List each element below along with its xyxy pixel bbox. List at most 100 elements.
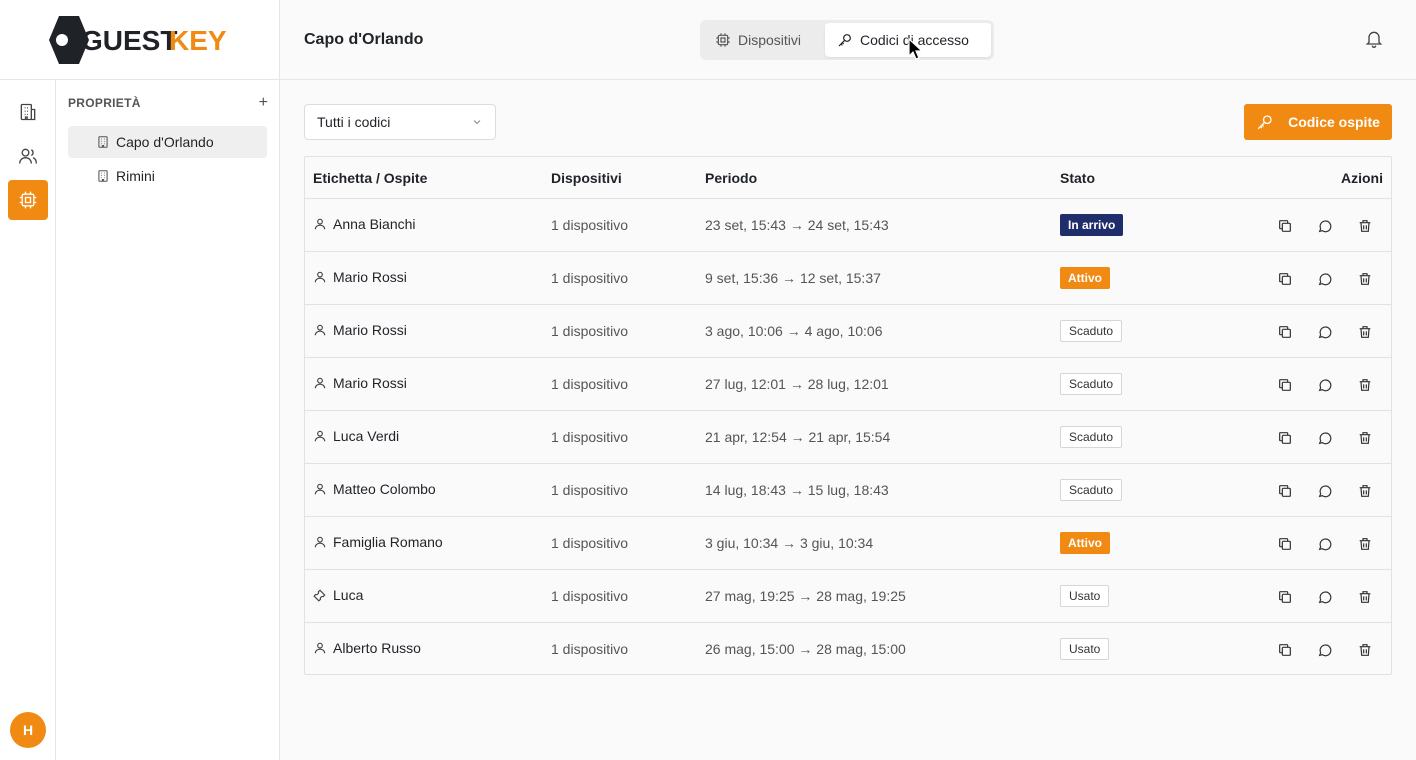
table-row[interactable]: Luca 1 dispositivo 27 mag, 19:25 → 28 ma… bbox=[305, 570, 1391, 623]
delete-code-button[interactable] bbox=[1355, 216, 1375, 236]
trash-icon bbox=[1357, 377, 1373, 393]
devices-count: 1 dispositivo bbox=[551, 217, 629, 233]
send-message-button[interactable] bbox=[1315, 481, 1335, 501]
trash-icon bbox=[1357, 483, 1373, 499]
devices-count: 1 dispositivo bbox=[551, 482, 629, 498]
copy-code-button[interactable] bbox=[1275, 428, 1295, 448]
period-range: 21 apr, 12:54 → 21 apr, 15:54 bbox=[705, 429, 891, 445]
copy-code-button[interactable] bbox=[1275, 640, 1295, 660]
code-filter-select[interactable]: Tutti i codici bbox=[304, 104, 496, 140]
guest-name-cell: Luca Verdi bbox=[313, 428, 399, 444]
guest-name: Mario Rossi bbox=[333, 322, 407, 338]
chip-icon bbox=[716, 33, 730, 47]
delete-code-button[interactable] bbox=[1355, 269, 1375, 289]
column-header-label: Etichetta / Ospite bbox=[313, 170, 428, 186]
copy-code-button[interactable] bbox=[1275, 587, 1295, 607]
delete-code-button[interactable] bbox=[1355, 375, 1375, 395]
rail-properties-button[interactable] bbox=[8, 92, 48, 132]
send-message-button[interactable] bbox=[1315, 640, 1335, 660]
trash-icon bbox=[1357, 324, 1373, 340]
copy-icon bbox=[1277, 483, 1293, 499]
copy-code-button[interactable] bbox=[1275, 269, 1295, 289]
user-avatar[interactable]: H bbox=[10, 712, 46, 748]
table-header: Etichetta / Ospite Dispositivi Periodo S… bbox=[305, 157, 1391, 199]
property-item[interactable]: Rimini bbox=[68, 160, 267, 192]
delete-code-button[interactable] bbox=[1355, 534, 1375, 554]
send-message-button[interactable] bbox=[1315, 534, 1335, 554]
building-icon bbox=[98, 170, 108, 182]
logo-text-guest: GUEST bbox=[81, 25, 177, 56]
user-icon bbox=[313, 217, 327, 231]
send-message-button[interactable] bbox=[1315, 322, 1335, 342]
delete-code-button[interactable] bbox=[1355, 587, 1375, 607]
status-badge: Usato bbox=[1060, 638, 1110, 660]
message-icon bbox=[1317, 483, 1333, 499]
period-range: 3 ago, 10:06 → 4 ago, 10:06 bbox=[705, 323, 883, 339]
table-row[interactable]: Famiglia Romano 1 dispositivo 3 giu, 10:… bbox=[305, 517, 1391, 570]
message-icon bbox=[1317, 218, 1333, 234]
copy-code-button[interactable] bbox=[1275, 322, 1295, 342]
status-badge: Attivo bbox=[1060, 267, 1110, 289]
property-label: Rimini bbox=[116, 168, 155, 184]
properties-title: PROPRIETÀ bbox=[68, 96, 141, 110]
delete-code-button[interactable] bbox=[1355, 428, 1375, 448]
send-message-button[interactable] bbox=[1315, 587, 1335, 607]
guest-name: Alberto Russo bbox=[333, 640, 421, 656]
user-icon bbox=[313, 376, 327, 390]
guest-name-cell: Luca bbox=[313, 587, 363, 603]
devices-count: 1 dispositivo bbox=[551, 588, 629, 604]
message-icon bbox=[1317, 271, 1333, 287]
mouse-cursor-icon bbox=[908, 38, 924, 60]
period-range: 3 giu, 10:34 → 3 giu, 10:34 bbox=[705, 535, 874, 551]
page-title: Capo d'Orlando bbox=[304, 31, 424, 48]
rail-users-button[interactable] bbox=[8, 136, 48, 176]
message-icon bbox=[1317, 642, 1333, 658]
user-icon bbox=[313, 535, 327, 549]
table-row[interactable]: Mario Rossi 1 dispositivo 9 set, 15:36 →… bbox=[305, 252, 1391, 305]
send-message-button[interactable] bbox=[1315, 269, 1335, 289]
key-icon bbox=[1257, 115, 1272, 130]
table-row[interactable]: Matteo Colombo 1 dispositivo 14 lug, 18:… bbox=[305, 464, 1391, 517]
building-icon bbox=[98, 136, 108, 148]
period-range: 23 set, 15:43 → 24 set, 15:43 bbox=[705, 217, 889, 233]
copy-code-button[interactable] bbox=[1275, 534, 1295, 554]
table-row[interactable]: Mario Rossi 1 dispositivo 3 ago, 10:06 →… bbox=[305, 305, 1391, 358]
table-row[interactable]: Anna Bianchi 1 dispositivo 23 set, 15:43… bbox=[305, 199, 1391, 252]
devices-count: 1 dispositivo bbox=[551, 641, 629, 657]
icon-rail: H bbox=[0, 80, 56, 760]
copy-icon bbox=[1277, 430, 1293, 446]
trash-icon bbox=[1357, 218, 1373, 234]
table-row[interactable]: Mario Rossi 1 dispositivo 27 lug, 12:01 … bbox=[305, 358, 1391, 411]
delete-code-button[interactable] bbox=[1355, 481, 1375, 501]
status-badge: Attivo bbox=[1060, 532, 1110, 554]
send-message-button[interactable] bbox=[1315, 375, 1335, 395]
add-guest-code-button[interactable]: Codice ospite bbox=[1244, 104, 1392, 140]
copy-icon bbox=[1277, 642, 1293, 658]
copy-code-button[interactable] bbox=[1275, 216, 1295, 236]
trash-icon bbox=[1357, 642, 1373, 658]
view-tabs: Dispositivi Codici di accesso bbox=[700, 20, 994, 60]
property-item[interactable]: Capo d'Orlando bbox=[68, 126, 267, 158]
devices-count: 1 dispositivo bbox=[551, 323, 629, 339]
delete-code-button[interactable] bbox=[1355, 322, 1375, 342]
guest-name: Famiglia Romano bbox=[333, 534, 443, 550]
send-message-button[interactable] bbox=[1315, 428, 1335, 448]
top-header: Capo d'Orlando Dispositivi Codici di acc… bbox=[280, 0, 1416, 80]
chip-icon bbox=[19, 191, 37, 209]
table-row[interactable]: Luca Verdi 1 dispositivo 21 apr, 12:54 →… bbox=[305, 411, 1391, 464]
guestkey-logo[interactable]: GUEST KEY bbox=[0, 0, 280, 80]
rail-devices-button[interactable] bbox=[8, 180, 48, 220]
period-range: 14 lug, 18:43 → 15 lug, 18:43 bbox=[705, 482, 889, 498]
tab-devices[interactable]: Dispositivi bbox=[703, 23, 825, 57]
trash-icon bbox=[1357, 430, 1373, 446]
table-row[interactable]: Alberto Russo 1 dispositivo 26 mag, 15:0… bbox=[305, 623, 1391, 676]
delete-code-button[interactable] bbox=[1355, 640, 1375, 660]
copy-icon bbox=[1277, 589, 1293, 605]
copy-code-button[interactable] bbox=[1275, 481, 1295, 501]
tab-label: Dispositivi bbox=[738, 32, 802, 48]
add-property-button[interactable]: + bbox=[259, 95, 268, 111]
notifications-button[interactable] bbox=[1364, 29, 1384, 54]
send-message-button[interactable] bbox=[1315, 216, 1335, 236]
trash-icon bbox=[1357, 536, 1373, 552]
copy-code-button[interactable] bbox=[1275, 375, 1295, 395]
